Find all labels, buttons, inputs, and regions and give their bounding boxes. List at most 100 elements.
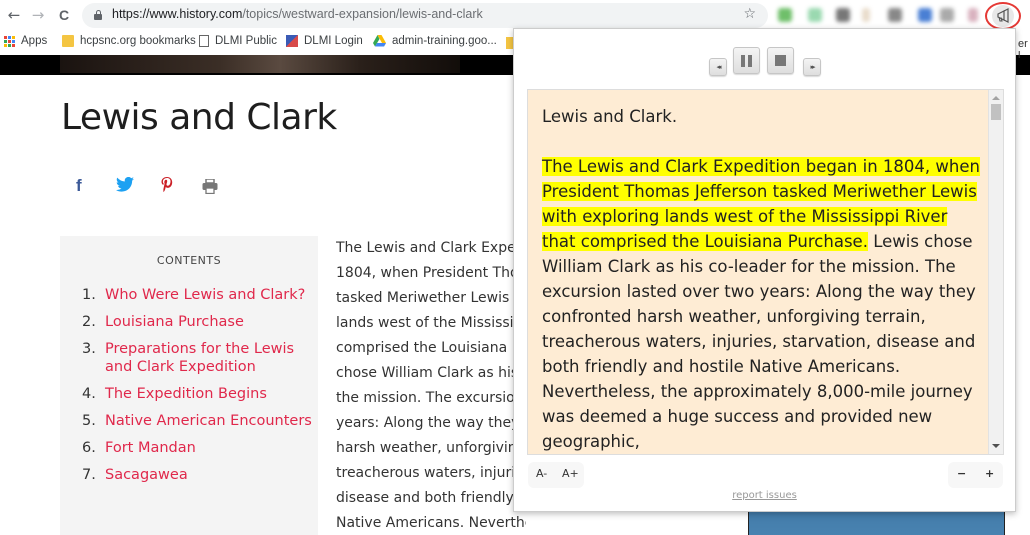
apps-grid-icon: [4, 35, 15, 47]
pinterest-share-icon[interactable]: [160, 176, 174, 199]
article-line: The Lewis and Clark Expedition began in: [336, 240, 526, 256]
pause-icon: [734, 48, 759, 73]
bookmark-apps[interactable]: Apps: [4, 35, 47, 47]
article-line: chose William Clark as his co-leader for: [336, 365, 526, 381]
scroll-down-arrow-icon[interactable]: [992, 444, 1000, 448]
toc-number: 4.: [82, 386, 96, 402]
article-line: the mission. The excursion lasted over t…: [336, 390, 526, 406]
scrollbar-thumb[interactable]: [991, 104, 1001, 120]
article-line: comprised the Louisiana Purchase. Lewis: [336, 340, 526, 356]
bookmark-label: admin-training.goo...: [392, 35, 497, 47]
toc-link[interactable]: The Expedition Begins: [105, 385, 267, 403]
bookmark-label: DLMI Login: [304, 35, 363, 47]
font-increase-button[interactable]: A+: [562, 467, 579, 480]
url-text[interactable]: https://www.history.com/topics/westward-…: [112, 7, 483, 21]
google-drive-icon: [373, 35, 386, 47]
reader-paragraph: The Lewis and Clark Expedition began in …: [542, 154, 982, 454]
bookmark-label: DLMI Public: [215, 35, 277, 47]
browser-toolbar: ← → C https://www.history.com/topics/wes…: [0, 0, 1030, 31]
toc-link[interactable]: Sacagawea: [105, 466, 188, 484]
bookmark-admin-training[interactable]: admin-training.goo...: [373, 35, 497, 47]
font-decrease-button[interactable]: A-: [536, 467, 547, 480]
toc-item: 2. Louisiana Purchase: [82, 313, 312, 331]
extension-icon[interactable]: [808, 8, 822, 22]
reader-title-line: Lewis and Clark.: [542, 107, 678, 126]
back-button[interactable]: ←: [4, 5, 24, 25]
lock-icon: [94, 10, 102, 20]
toc-number: 3.: [82, 341, 96, 357]
toc-link[interactable]: Fort Mandan: [105, 439, 196, 457]
forward-skip-button[interactable]: ▸▸: [803, 58, 821, 76]
screen: ← → C https://www.history.com/topics/wes…: [0, 0, 1030, 535]
speed-increase-button[interactable]: +: [985, 467, 994, 480]
annotation-circle: [985, 2, 1021, 30]
toc-link[interactable]: Who Were Lewis and Clark?: [105, 286, 305, 304]
bookmark-label: Apps: [21, 35, 48, 47]
reader-scrollbar[interactable]: [988, 90, 1003, 454]
remaining-text: Lewis chose William Clark as his co-lead…: [542, 232, 976, 451]
report-issues-link[interactable]: report issues: [514, 490, 1015, 501]
bookmark-hcpsnc[interactable]: hcpsnc.org bookmarks: [62, 35, 196, 47]
toc-link[interactable]: Louisiana Purchase: [105, 313, 244, 331]
toc-number: 2.: [82, 314, 96, 330]
font-size-controls: A- A+: [528, 462, 584, 488]
folder-icon: [62, 35, 74, 47]
article-body: The Lewis and Clark Expedition began in …: [336, 236, 526, 535]
toc-number: 6.: [82, 440, 96, 456]
speed-controls: − +: [948, 462, 1003, 488]
dlmi-icon: [286, 35, 298, 47]
table-of-contents: CONTENTS 1. Who Were Lewis and Clark? 2. L…: [60, 236, 318, 535]
toc-link[interactable]: Native American Encounters: [105, 412, 312, 430]
hero-image-edge: [1015, 58, 1030, 75]
extension-icon[interactable]: [778, 8, 792, 22]
extension-icon[interactable]: [888, 8, 902, 22]
toc-link[interactable]: Preparations for the Lewis and Clark Exp…: [105, 340, 312, 376]
extension-icon[interactable]: [968, 8, 978, 22]
bookmark-star-icon[interactable]: ☆: [743, 6, 756, 22]
url-domain: https://www.history.com: [112, 7, 243, 21]
facebook-share-icon[interactable]: f: [76, 176, 82, 196]
bookmark-dlmi-public[interactable]: DLMI Public: [199, 35, 277, 47]
rewind-button[interactable]: ◂◂: [709, 58, 727, 76]
read-aloud-popup: ◂◂ ▸▸ Lewis and Clark. The Lewis and Cla…: [513, 28, 1016, 512]
toc-item: 4. The Expedition Begins: [82, 385, 312, 403]
stop-button[interactable]: [767, 47, 794, 74]
stop-icon: [768, 48, 793, 73]
toc-heading: CONTENTS: [156, 254, 222, 267]
toc-number: 7.: [82, 467, 96, 483]
article-line: Native Americans. Nevertheless, the: [336, 515, 526, 531]
toc-item: 5. Native American Encounters: [82, 412, 312, 430]
bookmark-dlmi-login[interactable]: DLMI Login: [286, 35, 363, 47]
reader-text-panel[interactable]: Lewis and Clark. The Lewis and Clark Exp…: [527, 89, 1004, 455]
article-line: harsh weather, unforgiving terrain,: [336, 440, 526, 456]
extension-icon[interactable]: [918, 8, 932, 22]
toc-item: 1. Who Were Lewis and Clark?: [82, 286, 312, 304]
print-icon[interactable]: [202, 178, 218, 199]
rewind-icon: ◂◂: [716, 63, 721, 71]
twitter-share-icon[interactable]: [116, 176, 134, 197]
forward-button[interactable]: →: [28, 5, 48, 25]
toc-number: 1.: [82, 287, 96, 303]
toc-number: 5.: [82, 413, 96, 429]
page-title: Lewis and Clark: [61, 97, 337, 138]
reader-text: Lewis and Clark. The Lewis and Clark Exp…: [542, 104, 982, 454]
speed-decrease-button[interactable]: −: [957, 467, 966, 480]
article-line: treacherous waters, injuries, starvation…: [336, 465, 526, 481]
article-line: tasked Meriwether Lewis with exploring: [336, 290, 526, 306]
toc-item: 3. Preparations for the Lewis and Clark E…: [82, 340, 312, 376]
article-line: lands west of the Mississippi River that: [336, 315, 526, 331]
pause-button[interactable]: [733, 47, 760, 74]
article-line: 1804, when President Thomas Jefferson: [336, 265, 526, 281]
bookmark-label: hcpsnc.org bookmarks: [80, 35, 196, 47]
article-line: years: Along the way they confronted: [336, 415, 526, 431]
toc-item: 6. Fort Mandan: [82, 439, 312, 457]
extension-icon[interactable]: [836, 8, 850, 22]
scroll-up-arrow-icon[interactable]: [992, 96, 1000, 100]
forward-icon: ▸▸: [810, 63, 815, 71]
url-path: /topics/westward-expansion/lewis-and-cla…: [242, 7, 483, 21]
reload-button[interactable]: C: [54, 5, 74, 25]
extension-icon[interactable]: [862, 8, 870, 22]
address-bar[interactable]: https://www.history.com/topics/westward-…: [82, 3, 768, 28]
extension-icon[interactable]: [940, 8, 954, 22]
article-line: disease and both friendly and hostile: [336, 490, 526, 506]
